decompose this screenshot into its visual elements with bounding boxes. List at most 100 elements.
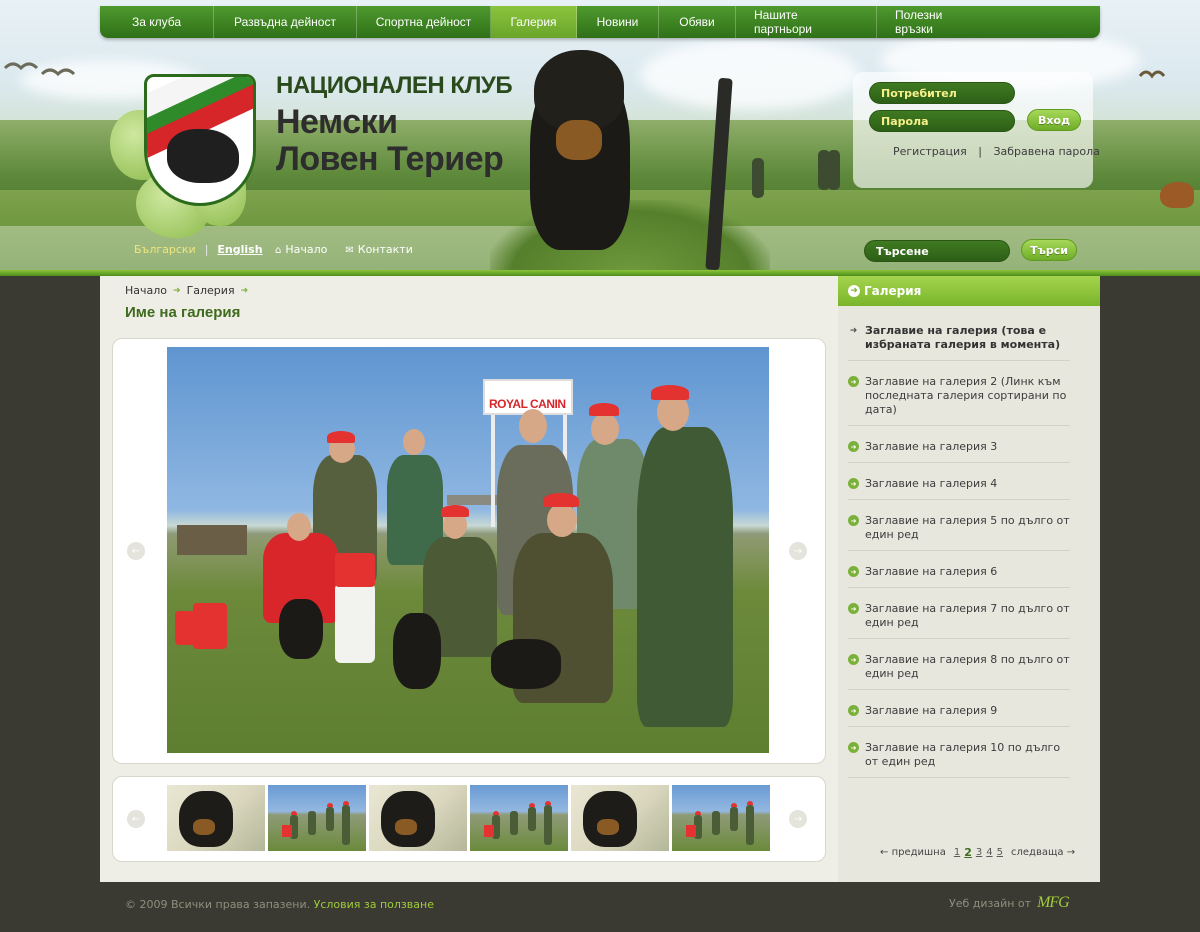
arrow-left-icon: ←	[131, 813, 141, 825]
contacts-link[interactable]: ✉ Контакти	[345, 243, 412, 256]
username-field[interactable]: Потребител	[869, 82, 1015, 104]
gallery-item-label: Заглавие на галерия 7 по дълго от един р…	[865, 602, 1070, 629]
arrow-right-icon: →	[793, 813, 803, 825]
cap	[441, 505, 469, 517]
prev-thumbs-button[interactable]: ←	[127, 810, 145, 828]
gallery-item[interactable]: ➜ Заглавие на галерия 4	[848, 477, 1070, 500]
gallery-list: ➜ Заглавие на галерия (това е избраната г…	[848, 324, 1070, 792]
prev-photo-button[interactable]: ←	[127, 542, 145, 560]
page-link[interactable]: 3	[976, 847, 982, 858]
sign-pole	[491, 407, 495, 527]
bird-icon	[1138, 70, 1166, 79]
photo-viewer: ← → ROYAL CANIN	[112, 338, 826, 764]
nav-item-ads[interactable]: Обяви	[659, 6, 736, 38]
nav-item-links[interactable]: Полезни връзки	[877, 6, 997, 38]
gallery-item[interactable]: ➜ Заглавие на галерия 5 по дълго от един …	[848, 514, 1070, 551]
page-link[interactable]: 1	[954, 847, 960, 858]
arrow-right-icon: →	[793, 545, 803, 557]
red-canister	[335, 553, 375, 587]
nav-item-partners[interactable]: Нашите партньори	[736, 6, 877, 38]
page-link[interactable]: 5	[997, 847, 1003, 858]
search-input[interactable]: Търсене	[864, 240, 1010, 262]
arrow-right-icon: ➜	[848, 566, 859, 577]
birds-icon	[3, 62, 76, 77]
club-title: НАЦИОНАЛЕН КЛУБ Немски Ловен Териер	[276, 72, 513, 178]
breadcrumb-arrow-icon: ➜	[240, 285, 249, 296]
bucket	[335, 583, 375, 663]
lang-separator: |	[204, 243, 209, 256]
home-link[interactable]: ⌂ Начало	[275, 243, 327, 256]
contacts-link-label: Контакти	[357, 243, 413, 256]
gallery-item-label: Заглавие на галерия 3	[865, 440, 998, 453]
page-link[interactable]: 4	[986, 847, 992, 858]
terms-link[interactable]: Условия за ползване	[314, 898, 434, 911]
main-photo[interactable]: ROYAL CANIN	[167, 347, 769, 753]
arrow-right-icon: →	[1063, 847, 1076, 858]
nav-item-sport[interactable]: Спортна дейност	[357, 6, 491, 38]
breadcrumb-home[interactable]: Начало	[125, 284, 167, 297]
club-title-line2: Немски	[276, 103, 398, 141]
lang-en-link[interactable]: English	[217, 243, 262, 256]
cap	[327, 431, 355, 443]
sidebar-header: ➜ Галерия	[838, 276, 1100, 306]
header-dog-tan	[556, 120, 602, 160]
next-thumbs-button[interactable]: →	[789, 810, 807, 828]
hunter-figure	[752, 158, 764, 198]
pagination: ← предишна 1 2 3 4 5 следваща →	[876, 846, 1079, 859]
dog	[393, 613, 441, 689]
thumbnail[interactable]	[369, 785, 467, 851]
arrow-right-icon: ➜	[848, 376, 859, 387]
club-logo-shield[interactable]	[144, 74, 256, 206]
person-head	[547, 503, 577, 537]
gallery-sidebar: ➜ Галерия ➜ Заглавие на галерия (това е и…	[838, 276, 1100, 882]
breadcrumb-gallery[interactable]: Галерия	[187, 284, 235, 297]
login-links-separator: |	[978, 145, 982, 158]
search-button[interactable]: Търси	[1021, 239, 1077, 261]
arrow-right-icon: ➜	[848, 441, 859, 452]
gallery-item[interactable]: ➜ Заглавие на галерия 10 по дълго от един…	[848, 741, 1070, 778]
gallery-item[interactable]: ➜ Заглавие на галерия 7 по дълго от един …	[848, 602, 1070, 639]
gallery-item-label: Заглавие на галерия 8 по дълго от един р…	[865, 653, 1070, 680]
designer-logo[interactable]: MFG	[1037, 894, 1070, 912]
nav-item-breeding[interactable]: Развъдна дейност	[214, 6, 357, 38]
arrow-right-icon: ➜	[848, 705, 859, 716]
page-link-current[interactable]: 2	[964, 846, 972, 859]
login-button[interactable]: Вход	[1027, 109, 1081, 131]
site-header: За клуба Развъдна дейност Спортна дейнос…	[0, 0, 1200, 276]
nav-item-news[interactable]: Новини	[577, 6, 659, 38]
thumbnail[interactable]	[470, 785, 568, 851]
thumbnail[interactable]	[571, 785, 669, 851]
thumbnail[interactable]	[167, 785, 265, 851]
envelope-icon: ✉	[345, 245, 354, 256]
thumbnail[interactable]	[268, 785, 366, 851]
content-panel: Начало ➜ Галерия ➜ Име на галерия ← → RO…	[100, 276, 838, 882]
person-head	[591, 413, 619, 445]
gallery-item-label: Заглавие на галерия 2 (Линк към последна…	[865, 375, 1067, 416]
arrow-left-icon: ←	[131, 545, 141, 557]
gallery-item[interactable]: ➜ Заглавие на галерия 9	[848, 704, 1070, 727]
dog	[491, 639, 561, 689]
pagination-prev[interactable]: ← предишна	[880, 847, 946, 858]
register-link[interactable]: Регистрация	[893, 145, 967, 158]
next-photo-button[interactable]: →	[789, 542, 807, 560]
gallery-item[interactable]: ➜ Заглавие на галерия 3	[848, 440, 1070, 463]
fox-figure	[1160, 182, 1194, 208]
gallery-item[interactable]: ➜ Заглавие на галерия 8 по дълго от един …	[848, 653, 1070, 690]
password-field[interactable]: Парола	[869, 110, 1015, 132]
gallery-item-label: Заглавие на галерия 4	[865, 477, 998, 490]
person	[637, 427, 733, 727]
arrow-right-icon: ➜	[848, 285, 860, 297]
forgot-password-link[interactable]: Забравена парола	[993, 145, 1099, 158]
red-canister	[193, 603, 227, 649]
nav-item-gallery[interactable]: Галерия	[491, 6, 577, 38]
gallery-item[interactable]: ➜ Заглавие на галерия 6	[848, 565, 1070, 588]
arrow-right-icon: ➜	[848, 603, 859, 614]
language-switcher: Български | English	[134, 243, 263, 256]
pagination-next[interactable]: следваща →	[1011, 847, 1075, 858]
gallery-item-label: Заглавие на галерия 6	[865, 565, 998, 578]
lang-bg-link[interactable]: Български	[134, 243, 196, 256]
thumbnail[interactable]	[672, 785, 770, 851]
gallery-item[interactable]: ➜ Заглавие на галерия (това е избраната г…	[848, 324, 1070, 361]
nav-item-about[interactable]: За клуба	[100, 6, 214, 38]
gallery-item[interactable]: ➜ Заглавие на галерия 2 (Линк към последн…	[848, 375, 1070, 426]
